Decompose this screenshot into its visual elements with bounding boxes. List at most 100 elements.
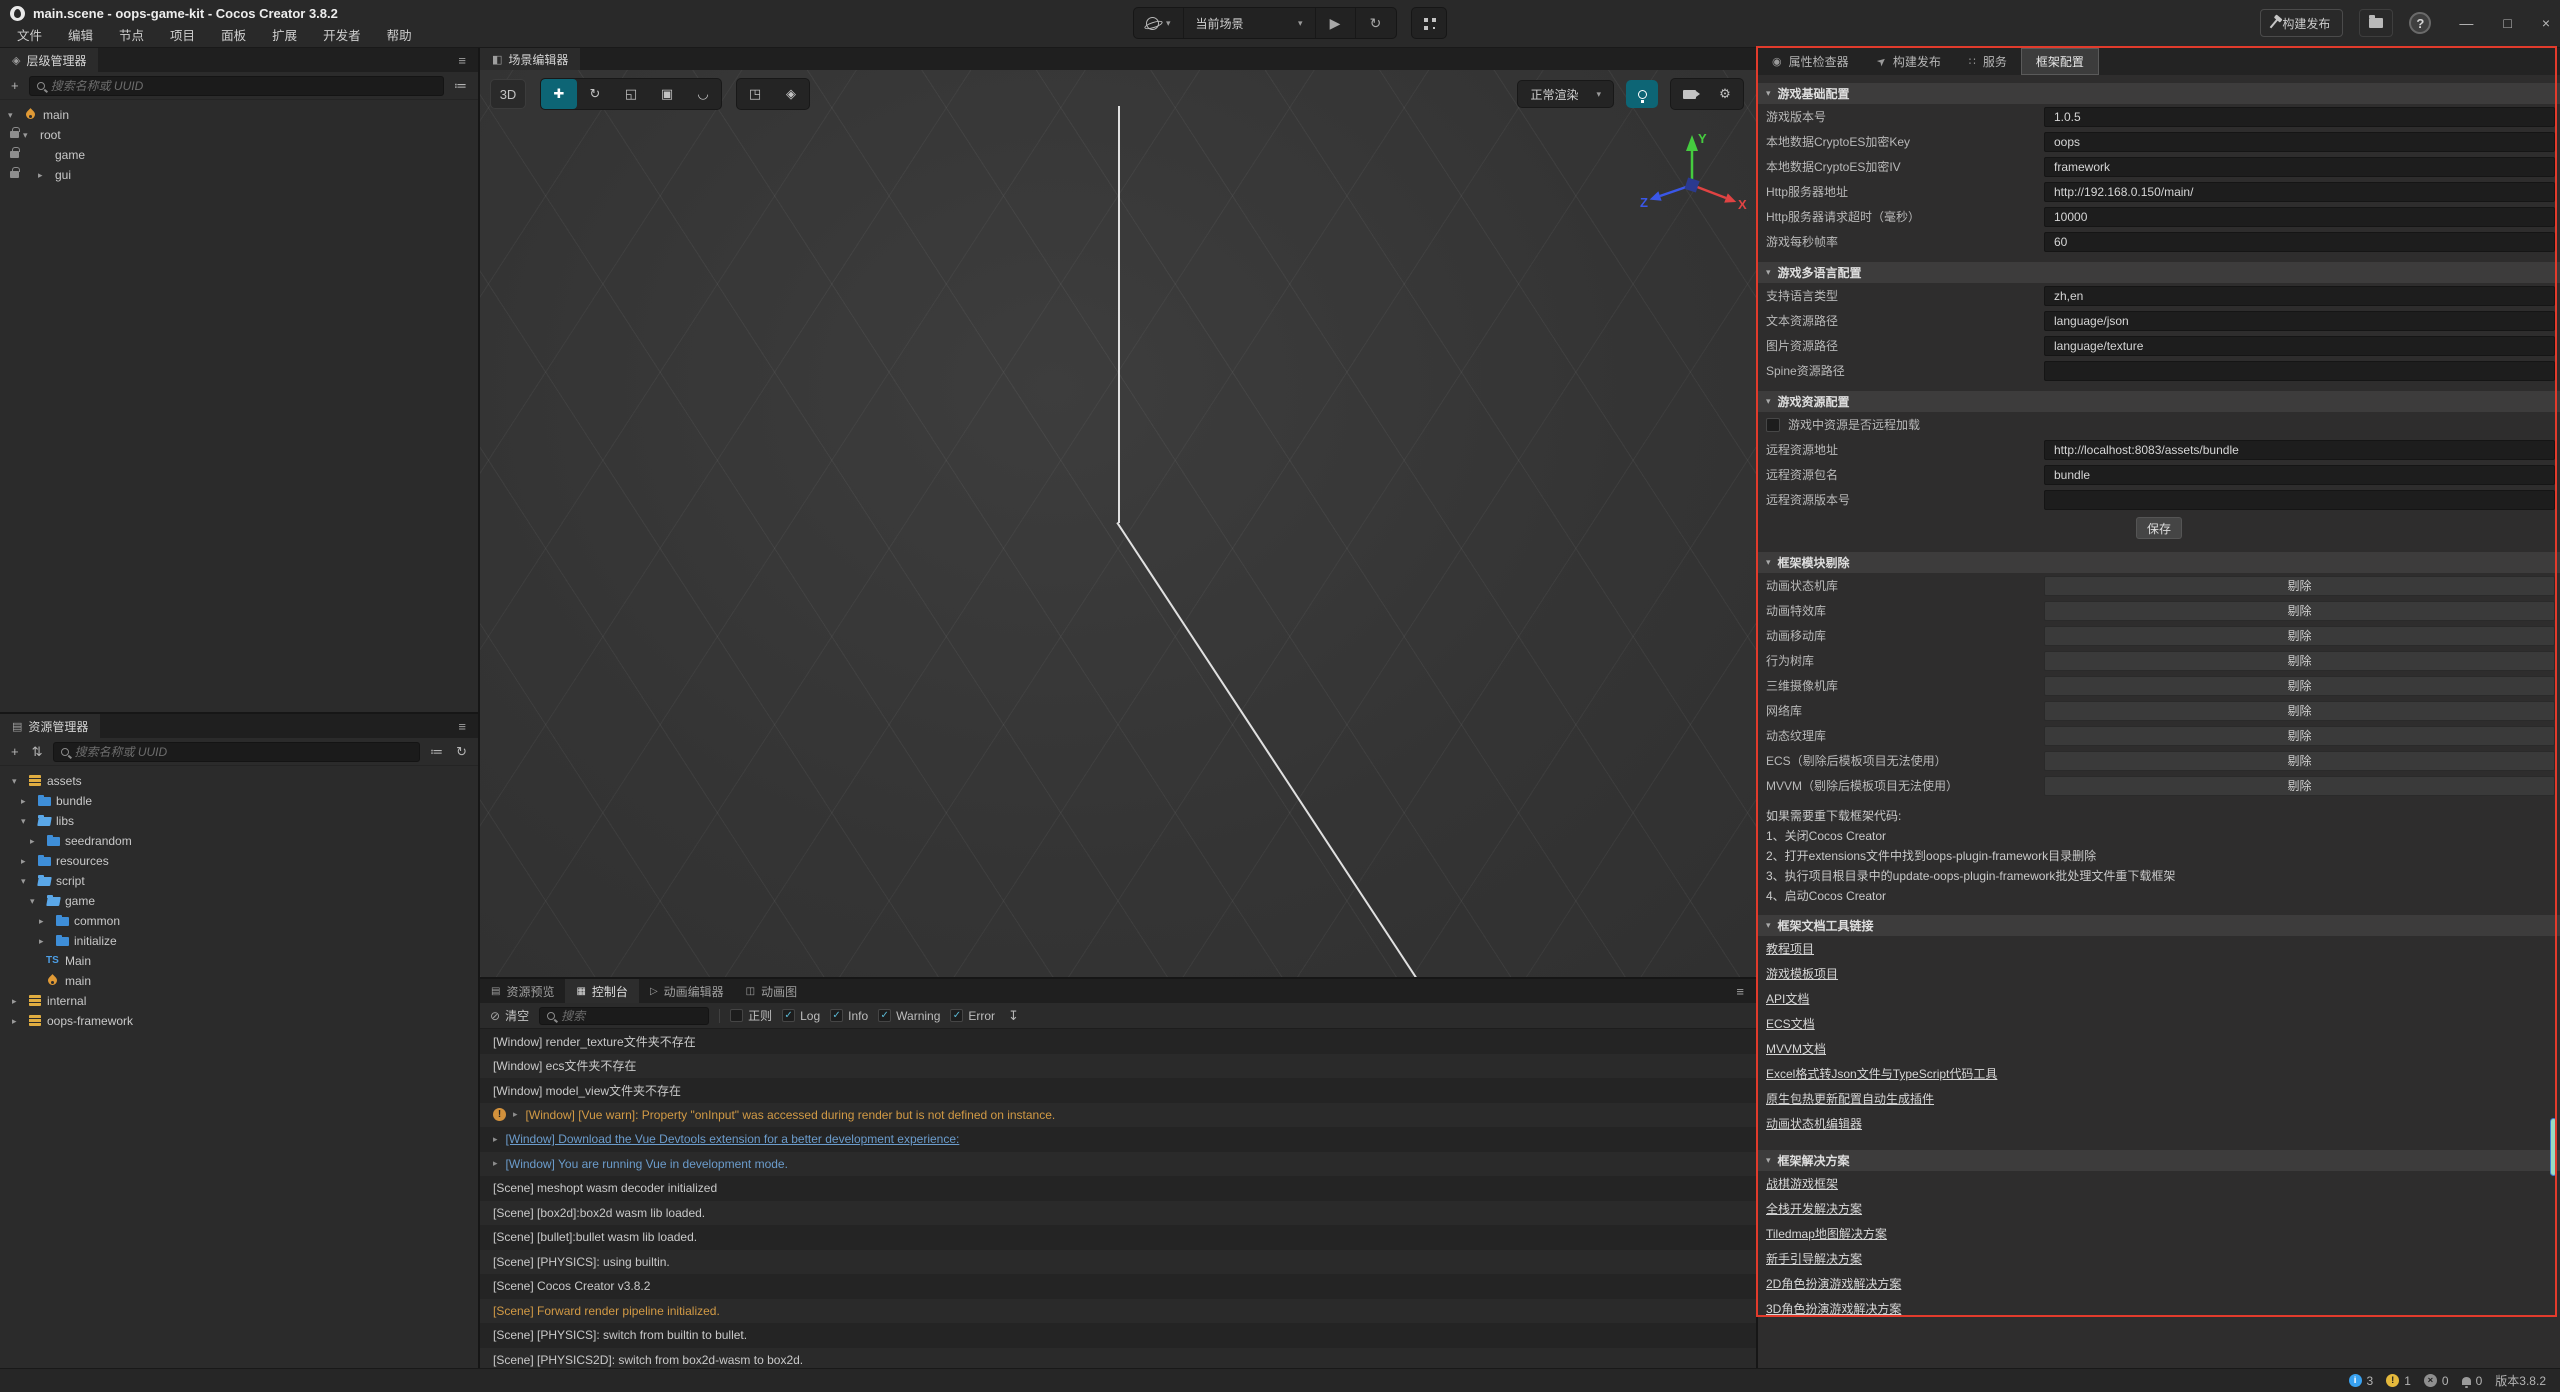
console-search[interactable] bbox=[539, 1007, 709, 1025]
expand-chevron-icon[interactable]: ▸ bbox=[493, 1134, 498, 1145]
menu-item[interactable]: 开发者 bbox=[312, 23, 372, 46]
menu-item[interactable]: 编辑 bbox=[57, 23, 104, 46]
gizmo-tool-button[interactable]: ◡ bbox=[685, 79, 721, 109]
tree-node[interactable]: seedrandom bbox=[0, 831, 478, 851]
notification-count[interactable]: 0 bbox=[2462, 1374, 2483, 1388]
coordinate-toggle-button[interactable]: ◈ bbox=[773, 79, 809, 109]
build-publish-button[interactable]: 构建发布 bbox=[2260, 9, 2343, 37]
tree-node[interactable]: initialize bbox=[0, 931, 478, 951]
filter-info[interactable]: ✓Info bbox=[830, 1009, 868, 1023]
warning-count[interactable]: !1 bbox=[2386, 1374, 2411, 1388]
doc-link[interactable]: 原生包热更新配置自动生成插件 bbox=[1766, 1090, 1934, 1107]
save-button[interactable]: 保存 bbox=[2136, 517, 2182, 539]
solution-link[interactable]: 3D角色扮演游戏解决方案 bbox=[1766, 1300, 1901, 1317]
text-input[interactable] bbox=[2044, 490, 2555, 510]
menu-item[interactable]: 文件 bbox=[6, 23, 53, 46]
clear-console-button[interactable]: ⊘清空 bbox=[490, 1007, 529, 1024]
chevron-icon[interactable] bbox=[12, 776, 27, 787]
log-row[interactable]: ! ▸ [Scene] Cocos Creator v3.8.2 bbox=[480, 1274, 1756, 1299]
menu-item[interactable]: 帮助 bbox=[376, 23, 423, 46]
hierarchy-search[interactable] bbox=[29, 76, 444, 96]
checkbox-icon[interactable] bbox=[1766, 418, 1780, 432]
chevron-icon[interactable] bbox=[39, 936, 54, 947]
chevron-icon[interactable] bbox=[21, 796, 36, 807]
panel-menu-icon[interactable]: ≡ bbox=[1724, 979, 1756, 1003]
doc-link[interactable]: API文档 bbox=[1766, 990, 1809, 1007]
tab-inspector[interactable]: ◉属性检查器 bbox=[1758, 48, 1863, 75]
trim-module-button[interactable]: 剔除 bbox=[2044, 676, 2555, 696]
solution-link[interactable]: 全栈开发解决方案 bbox=[1766, 1200, 1862, 1217]
log-row[interactable]: ! ▸ [Scene] [PHYSICS2D]: switch from box… bbox=[480, 1348, 1756, 1369]
log-row[interactable]: ! ▸ [Window] Download the Vue Devtools e… bbox=[480, 1127, 1756, 1152]
chevron-icon[interactable] bbox=[12, 996, 27, 1007]
tree-node[interactable]: internal bbox=[0, 991, 478, 1011]
play-button[interactable]: ▶ bbox=[1316, 8, 1356, 38]
scale-tool-button[interactable]: ◱ bbox=[613, 79, 649, 109]
section-solutions[interactable]: ▾框架解决方案 bbox=[1758, 1150, 2560, 1171]
doc-link[interactable]: 教程项目 bbox=[1766, 940, 1814, 957]
trim-module-button[interactable]: 剔除 bbox=[2044, 626, 2555, 646]
chevron-icon[interactable] bbox=[21, 816, 36, 827]
trim-module-button[interactable]: 剔除 bbox=[2044, 601, 2555, 621]
tree-node[interactable]: resources bbox=[0, 851, 478, 871]
chevron-icon[interactable] bbox=[38, 170, 53, 181]
trim-module-button[interactable]: 剔除 bbox=[2044, 701, 2555, 721]
minimize-button[interactable]: — bbox=[2459, 15, 2473, 31]
tree-node[interactable]: game bbox=[0, 145, 478, 165]
expand-chevron-icon[interactable]: ▸ bbox=[513, 1109, 518, 1120]
text-input[interactable]: zh,en bbox=[2044, 286, 2555, 306]
tab-scene-editor[interactable]: ◧场景编辑器 bbox=[480, 48, 580, 70]
doc-link[interactable]: 动画状态机编辑器 bbox=[1766, 1115, 1862, 1132]
trim-module-button[interactable]: 剔除 bbox=[2044, 726, 2555, 746]
filter-log[interactable]: ✓Log bbox=[782, 1009, 820, 1023]
tree-node[interactable]: gui bbox=[0, 165, 478, 185]
tab-console[interactable]: ▦控制台 bbox=[565, 979, 638, 1003]
section-doc-links[interactable]: ▾框架文档工具链接 bbox=[1758, 915, 2560, 936]
console-search-input[interactable] bbox=[561, 1009, 718, 1023]
lighting-toggle-button[interactable] bbox=[1626, 80, 1658, 108]
tab-assets[interactable]: ▤资源管理器 bbox=[0, 714, 100, 738]
tree-node[interactable]: main bbox=[0, 971, 478, 991]
hierarchy-search-input[interactable] bbox=[51, 79, 436, 93]
log-row[interactable]: ! ▸ [Scene] [PHYSICS]: using builtin. bbox=[480, 1250, 1756, 1275]
doc-link[interactable]: 游戏模板项目 bbox=[1766, 965, 1838, 982]
doc-link[interactable]: MVVM文档 bbox=[1766, 1040, 1826, 1057]
tree-node[interactable]: script bbox=[0, 871, 478, 891]
filter-warning[interactable]: ✓Warning bbox=[878, 1009, 940, 1023]
section-resources[interactable]: ▾游戏资源配置 bbox=[1758, 391, 2560, 412]
open-project-folder-button[interactable] bbox=[2359, 9, 2393, 37]
sort-assets-icon[interactable]: ⇅ bbox=[29, 744, 46, 760]
maximize-button[interactable]: □ bbox=[2503, 15, 2511, 31]
tab-services[interactable]: ∷服务 bbox=[1955, 48, 2021, 75]
log-row[interactable]: ! ▸ [Scene] meshopt wasm decoder initial… bbox=[480, 1176, 1756, 1201]
log-row[interactable]: ! ▸ [Scene] [box2d]:box2d wasm lib loade… bbox=[480, 1201, 1756, 1226]
tree-node[interactable]: Main bbox=[0, 951, 478, 971]
text-input[interactable]: 10000 bbox=[2044, 207, 2555, 227]
orientation-gizmo[interactable]: Y X Z bbox=[1632, 125, 1752, 230]
help-button[interactable]: ? bbox=[2409, 12, 2431, 34]
camera-settings-button[interactable] bbox=[1671, 79, 1707, 109]
panel-menu-icon[interactable]: ≡ bbox=[446, 48, 478, 72]
filter-icon[interactable]: ≔ bbox=[427, 744, 446, 760]
text-input[interactable]: http://localhost:8083/assets/bundle bbox=[2044, 440, 2555, 460]
text-input[interactable]: language/json bbox=[2044, 311, 2555, 331]
text-input[interactable]: framework bbox=[2044, 157, 2555, 177]
tree-node[interactable]: main bbox=[0, 105, 478, 125]
rect-tool-button[interactable]: ▣ bbox=[649, 79, 685, 109]
log-row[interactable]: ! ▸ [Scene] Forward render pipeline init… bbox=[480, 1299, 1756, 1324]
expand-chevron-icon[interactable]: ▸ bbox=[493, 1158, 498, 1169]
log-row[interactable]: ! ▸ [Window] You are running Vue in deve… bbox=[480, 1152, 1756, 1177]
menu-item[interactable]: 节点 bbox=[108, 23, 155, 46]
menu-item[interactable]: 面板 bbox=[210, 23, 257, 46]
tab-framework-config[interactable]: 框架配置 bbox=[2021, 48, 2099, 75]
tree-node[interactable]: libs bbox=[0, 811, 478, 831]
device-preview-button[interactable] bbox=[1411, 7, 1447, 39]
chevron-icon[interactable] bbox=[39, 916, 54, 927]
text-input[interactable]: 60 bbox=[2044, 232, 2555, 252]
scene-select[interactable]: 当前场景▾ bbox=[1184, 8, 1316, 38]
log-row[interactable]: ! ▸ [Scene] [PHYSICS]: switch from built… bbox=[480, 1323, 1756, 1348]
solution-link[interactable]: 战棋游戏框架 bbox=[1766, 1175, 1838, 1192]
section-module-trim[interactable]: ▾框架模块剔除 bbox=[1758, 552, 2560, 573]
tab-animation-graph[interactable]: ◫动画图 bbox=[735, 979, 808, 1003]
remote-load-checkbox-row[interactable]: 游戏中资源是否远程加载 bbox=[1758, 412, 2560, 437]
